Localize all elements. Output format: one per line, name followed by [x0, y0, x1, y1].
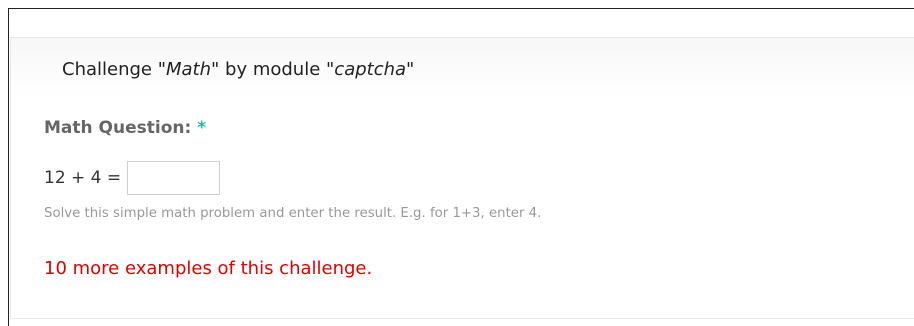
module-name: captcha	[334, 59, 407, 80]
legend-prefix: Challenge "	[62, 59, 166, 80]
field-description: Solve this simple math problem and enter…	[44, 206, 542, 221]
math-question-row: 12 + 4 =	[44, 160, 221, 196]
math-question-text: 12 + 4 =	[44, 168, 122, 188]
captcha-answer-input[interactable]	[127, 161, 221, 195]
required-marker: *	[197, 118, 207, 138]
legend-suffix: "	[406, 59, 415, 80]
challenge-name: Math	[166, 59, 212, 80]
math-question-label: Math Question:	[44, 118, 192, 138]
legend-middle: " by module "	[211, 59, 335, 80]
challenge-legend: Challenge "Math" by module "captcha"	[46, 54, 428, 86]
math-question-label-row: Math Question: *	[44, 118, 206, 138]
more-examples-link[interactable]: 10 more examples of this challenge.	[44, 258, 372, 279]
